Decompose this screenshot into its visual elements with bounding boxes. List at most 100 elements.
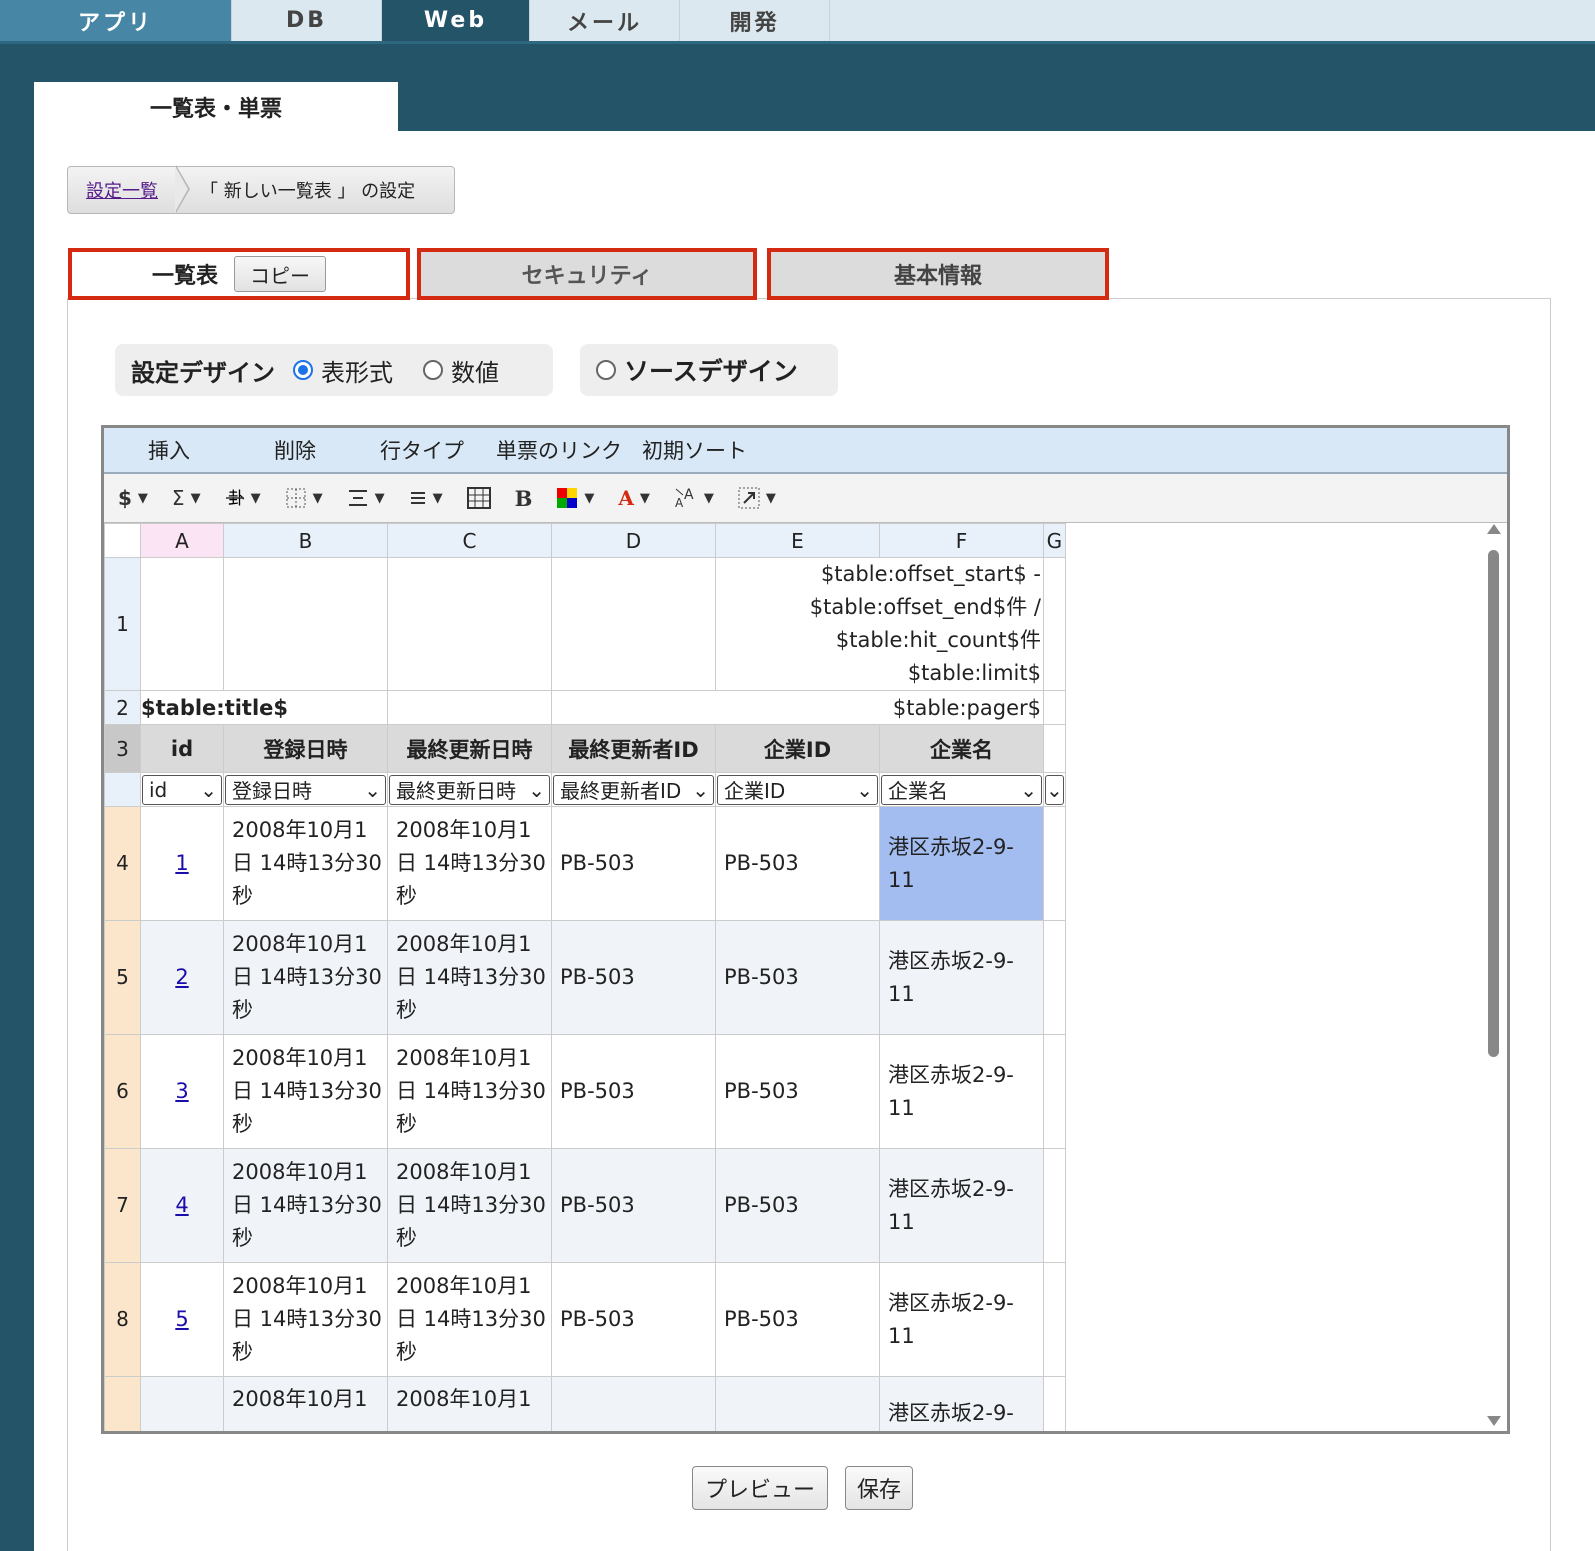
grid-cell[interactable]: PB-503 bbox=[551, 1034, 716, 1149]
border-icon[interactable]: ▼ bbox=[285, 487, 323, 509]
header-cell-updated[interactable]: 最終更新日時 bbox=[387, 724, 552, 773]
tab-list[interactable]: 一覧表 コピー bbox=[68, 248, 410, 300]
grid-cell[interactable]: 港区赤坂2-9-11 bbox=[879, 1148, 1044, 1263]
grid-cell[interactable]: 1 bbox=[140, 806, 224, 921]
grid-cell[interactable]: 港区赤坂2-9-11 bbox=[879, 1262, 1044, 1377]
grid-cell[interactable]: PB-503 bbox=[551, 920, 716, 1035]
save-button[interactable]: 保存 bbox=[845, 1466, 913, 1510]
scrollbar-thumb[interactable] bbox=[1488, 550, 1499, 1057]
radio-unchecked-icon[interactable] bbox=[423, 360, 443, 380]
row-number[interactable]: 3 bbox=[104, 724, 141, 773]
radio-numeric[interactable]: 数値 bbox=[423, 353, 499, 388]
tab-security[interactable]: セキュリティ bbox=[417, 248, 757, 300]
record-link[interactable]: 4 bbox=[175, 1193, 188, 1217]
grid-cell[interactable] bbox=[1043, 806, 1066, 921]
grid-cell[interactable]: 2008年10月1日 14時13分30秒 bbox=[387, 1262, 552, 1377]
fill-color-icon[interactable]: ▼ bbox=[556, 487, 594, 509]
bold-icon[interactable]: B bbox=[515, 486, 533, 511]
font-size-icon[interactable]: A A ▼ bbox=[674, 487, 714, 509]
grid-cell[interactable]: 港区赤坂2-9- bbox=[879, 1376, 1044, 1431]
field-select-id[interactable]: id ⌄ bbox=[142, 774, 222, 805]
field-select-g[interactable]: ⌄ bbox=[1045, 774, 1064, 805]
row-number[interactable]: 5 bbox=[104, 920, 141, 1035]
breadcrumb-settings-list-link[interactable]: 設定一覧 bbox=[68, 177, 176, 203]
field-select-updated-by[interactable]: 最終更新者ID ⌄ bbox=[553, 774, 714, 805]
field-select-company-name[interactable]: 企業名 ⌄ bbox=[881, 774, 1042, 805]
nav-tab-app[interactable]: アプリ bbox=[0, 0, 232, 41]
grid-corner[interactable] bbox=[104, 523, 141, 558]
grid-cell[interactable] bbox=[1043, 724, 1066, 773]
column-header-a[interactable]: A bbox=[140, 523, 224, 558]
radio-table-format[interactable]: 表形式 bbox=[293, 353, 393, 388]
menu-form-link[interactable]: 単票のリンク bbox=[464, 435, 622, 465]
column-header-f[interactable]: F bbox=[879, 523, 1044, 558]
grid-cell[interactable]: PB-503 bbox=[715, 920, 880, 1035]
grid-cell[interactable]: PB-503 bbox=[715, 1262, 880, 1377]
table-icon[interactable] bbox=[466, 487, 491, 509]
row-number[interactable]: 4 bbox=[104, 806, 141, 921]
grid-cell[interactable] bbox=[1043, 1034, 1066, 1149]
grid-cell[interactable] bbox=[715, 1376, 880, 1431]
grid-cell[interactable]: 2008年10月1日 14時13分30秒 bbox=[387, 806, 552, 921]
grid-cell[interactable] bbox=[551, 1376, 716, 1431]
align-center-icon[interactable]: ▼ bbox=[347, 488, 385, 508]
nav-tab-web[interactable]: Web bbox=[382, 0, 530, 41]
grid-cell[interactable]: 港区赤坂2-9-11 bbox=[879, 920, 1044, 1035]
vertical-scrollbar[interactable] bbox=[1485, 520, 1501, 1431]
header-cell-updated-by[interactable]: 最終更新者ID bbox=[551, 724, 716, 773]
field-select-updated[interactable]: 最終更新日時 ⌄ bbox=[389, 774, 550, 805]
grid-cell[interactable]: 2008年10月1日 14時13分30秒 bbox=[223, 1034, 388, 1149]
grid-cell[interactable]: PB-503 bbox=[715, 1148, 880, 1263]
expand-icon[interactable]: ▼ bbox=[738, 487, 776, 509]
grid-cell[interactable] bbox=[1043, 920, 1066, 1035]
grid-cell[interactable] bbox=[551, 557, 716, 691]
sigma-icon[interactable]: Σ ▼ bbox=[172, 486, 201, 510]
dollar-icon[interactable]: $ ▼ bbox=[118, 486, 148, 510]
grid-cell[interactable]: 2008年10月1日 14時13分30秒 bbox=[223, 1148, 388, 1263]
grid-cell[interactable]: PB-503 bbox=[551, 1262, 716, 1377]
grid-cell[interactable]: 2008年10月1 bbox=[223, 1376, 388, 1431]
grid-cell[interactable]: 2008年10月1日 14時13分30秒 bbox=[223, 1262, 388, 1377]
font-color-icon[interactable]: A ▼ bbox=[618, 486, 650, 510]
grid-cell[interactable] bbox=[223, 557, 388, 691]
radio-checked-icon[interactable] bbox=[293, 360, 313, 380]
source-design-option[interactable]: ソースデザイン bbox=[580, 344, 838, 396]
record-link[interactable]: 5 bbox=[175, 1307, 188, 1331]
preview-button[interactable]: プレビュー bbox=[692, 1466, 828, 1510]
scroll-down-icon[interactable] bbox=[1487, 1416, 1501, 1426]
selected-grid-cell[interactable]: 港区赤坂2-9-11 bbox=[879, 806, 1044, 921]
grid-cell[interactable]: 2008年10月1日 14時13分30秒 bbox=[223, 920, 388, 1035]
grid-cell[interactable]: 2008年10月1日 14時13分30秒 bbox=[387, 1034, 552, 1149]
column-header-b[interactable]: B bbox=[223, 523, 388, 558]
header-cell-created[interactable]: 登録日時 bbox=[223, 724, 388, 773]
nav-tab-mail[interactable]: メール bbox=[530, 0, 680, 41]
page-tab-list-form[interactable]: 一覧表・単票 bbox=[34, 82, 398, 132]
grid-cell[interactable]: 2008年10月1日 14時13分30秒 bbox=[223, 806, 388, 921]
grid-cell[interactable]: PB-503 bbox=[551, 1148, 716, 1263]
menu-initial-sort[interactable]: 初期ソート bbox=[622, 435, 747, 465]
column-header-e[interactable]: E bbox=[715, 523, 880, 558]
grid-cell[interactable] bbox=[140, 557, 224, 691]
grid-cell[interactable] bbox=[387, 690, 552, 725]
row-number[interactable]: 1 bbox=[104, 557, 141, 691]
copy-button[interactable]: コピー bbox=[234, 256, 327, 292]
row-number[interactable] bbox=[104, 1376, 141, 1431]
grid-cell[interactable]: 港区赤坂2-9-11 bbox=[879, 1034, 1044, 1149]
header-cell-id[interactable]: id bbox=[140, 724, 224, 773]
grid-cell[interactable]: PB-503 bbox=[715, 806, 880, 921]
record-link[interactable]: 2 bbox=[175, 965, 188, 989]
row-number[interactable] bbox=[104, 772, 141, 807]
record-link[interactable]: 1 bbox=[175, 851, 188, 875]
scroll-up-icon[interactable] bbox=[1487, 524, 1501, 534]
header-cell-company-id[interactable]: 企業ID bbox=[715, 724, 880, 773]
header-cell-company-name[interactable]: 企業名 bbox=[879, 724, 1044, 773]
pager-cell[interactable]: $table:pager$ bbox=[551, 690, 1044, 725]
row-number[interactable]: 8 bbox=[104, 1262, 141, 1377]
offset-info-cell[interactable]: $table:offset_start$ - $table:offset_end… bbox=[715, 557, 1044, 691]
grid-cell[interactable] bbox=[140, 1376, 224, 1431]
grid-cell[interactable] bbox=[1043, 1262, 1066, 1377]
column-header-c[interactable]: C bbox=[387, 523, 552, 558]
grid-cell[interactable]: 2008年10月1日 14時13分30秒 bbox=[387, 920, 552, 1035]
grid-cell[interactable]: PB-503 bbox=[715, 1034, 880, 1149]
column-header-d[interactable]: D bbox=[551, 523, 716, 558]
